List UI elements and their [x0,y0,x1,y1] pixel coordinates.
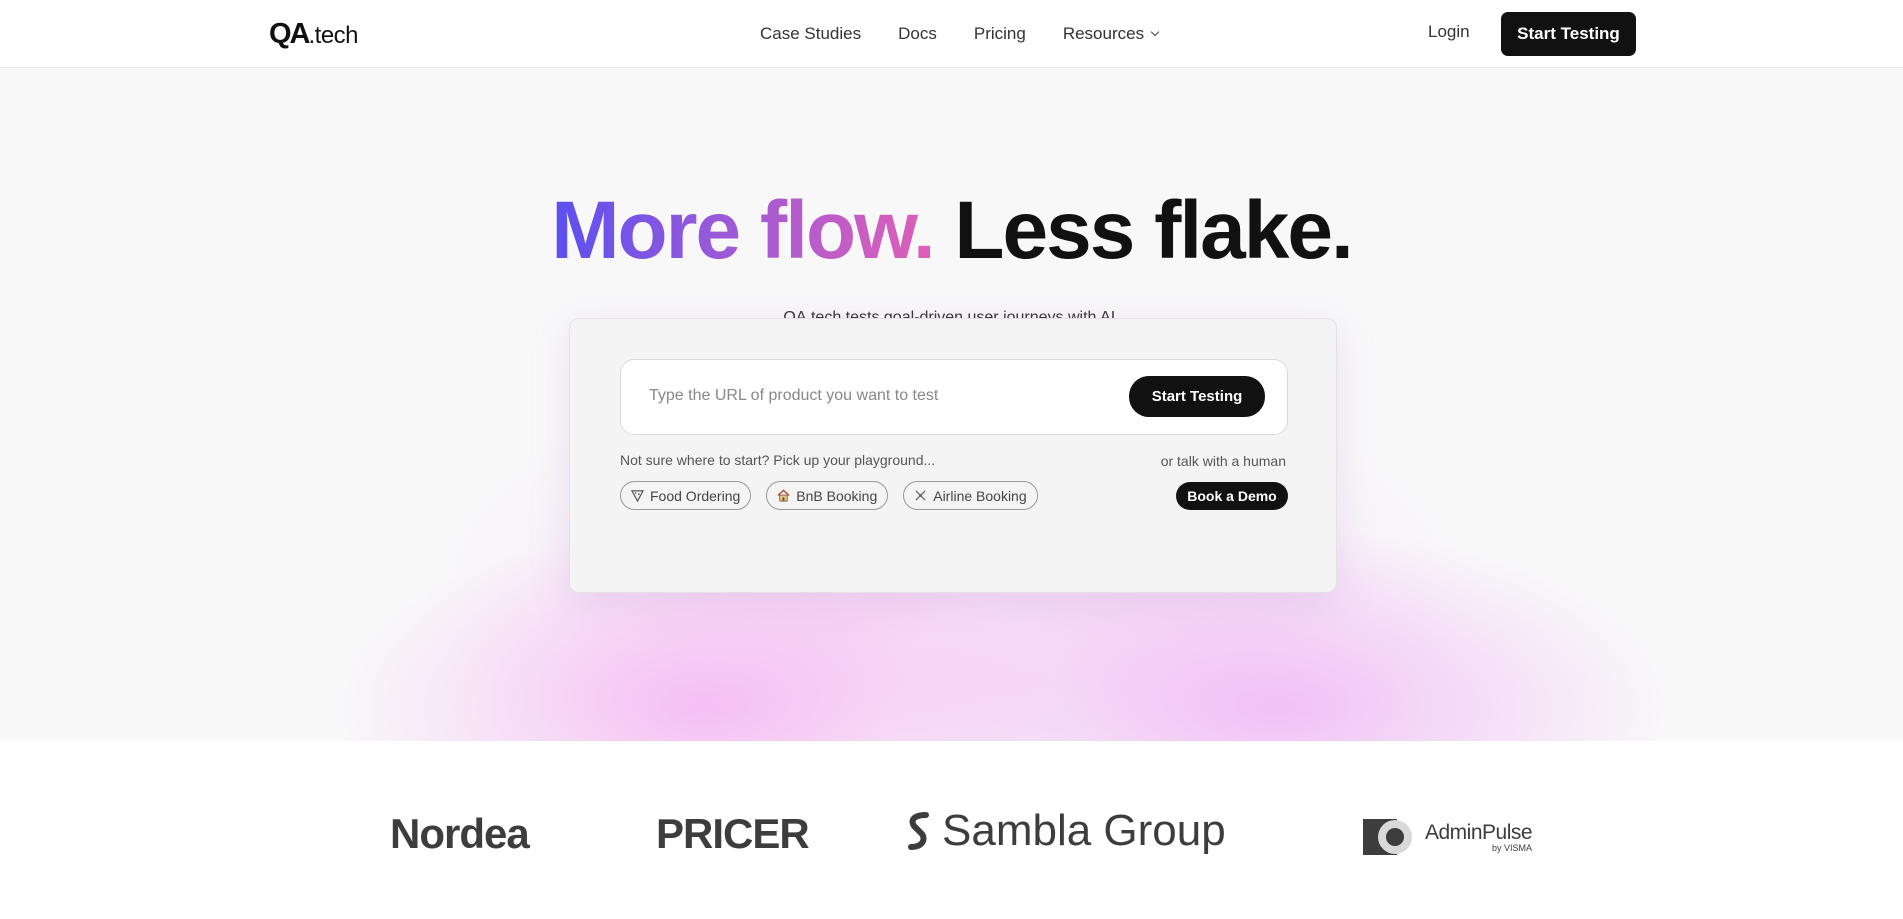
hero-headline: More flow. Less flake. [0,190,1903,272]
qa-tech-logo[interactable]: QA .tech [269,18,359,50]
chip-bnb-booking[interactable]: BnB Booking [766,481,889,510]
sambla-mark-icon [908,812,929,850]
start-testing-nav-button[interactable]: Start Testing [1501,12,1636,56]
nav-link-pricing[interactable]: Pricing [974,24,1026,44]
playground-chips: Food Ordering BnB Booking Airline Bookin… [620,481,1038,510]
sambla-text: Sambla Group [942,806,1226,855]
chip-label: Food Ordering [650,487,741,504]
headline-gradient-text: More flow. [551,185,935,276]
url-input[interactable] [649,360,1109,432]
pizza-icon [631,490,644,502]
start-testing-button[interactable]: Start Testing [1129,376,1265,417]
headline-dark-text: Less flake. [954,185,1353,276]
pricer-logo: PRICER [656,810,810,857]
nav-link-case-studies[interactable]: Case Studies [760,24,861,44]
chip-airline-booking[interactable]: Airline Booking [903,481,1038,510]
url-input-box: Start Testing [620,359,1288,435]
nav-link-resources-label: Resources [1062,24,1145,43]
adminpulse-mark-icon [1363,819,1412,855]
adminpulse-text: AdminPulse [1425,821,1533,844]
chip-label: BnB Booking [796,487,878,504]
login-link[interactable]: Login [1428,22,1470,42]
playground-hint: Not sure where to start? Pick up your pl… [620,452,936,468]
chip-food-ordering[interactable]: Food Ordering [620,481,752,510]
sambla-group-logo: Sambla Group [906,806,1226,856]
chevron-down-icon [1150,27,1160,37]
url-test-card: Start Testing Not sure where to start? P… [569,318,1337,593]
customer-logos: Nordea PRICER Sambla Group AdminPulse by… [0,741,1903,919]
nordea-logo: Nordea [390,810,530,857]
chip-label: Airline Booking [933,487,1027,504]
top-nav: QA .tech Case Studies Docs Pricing Resou… [0,0,1903,68]
talk-with-human-text: or talk with a human [1160,453,1286,469]
plane-icon [915,490,926,501]
adminpulse-logo: AdminPulse by VISMA [1363,819,1533,855]
nav-links: Case Studies Docs Pricing Resources [760,0,1160,68]
adminpulse-subtext: by VISMA [1492,843,1533,853]
logo-secondary: .tech [308,22,359,49]
book-demo-button[interactable]: Book a Demo [1176,482,1288,510]
nav-link-resources[interactable]: Resources [1062,24,1160,44]
logo-primary: QA [269,18,310,50]
nav-link-docs[interactable]: Docs [898,24,937,44]
house-icon [777,489,790,502]
